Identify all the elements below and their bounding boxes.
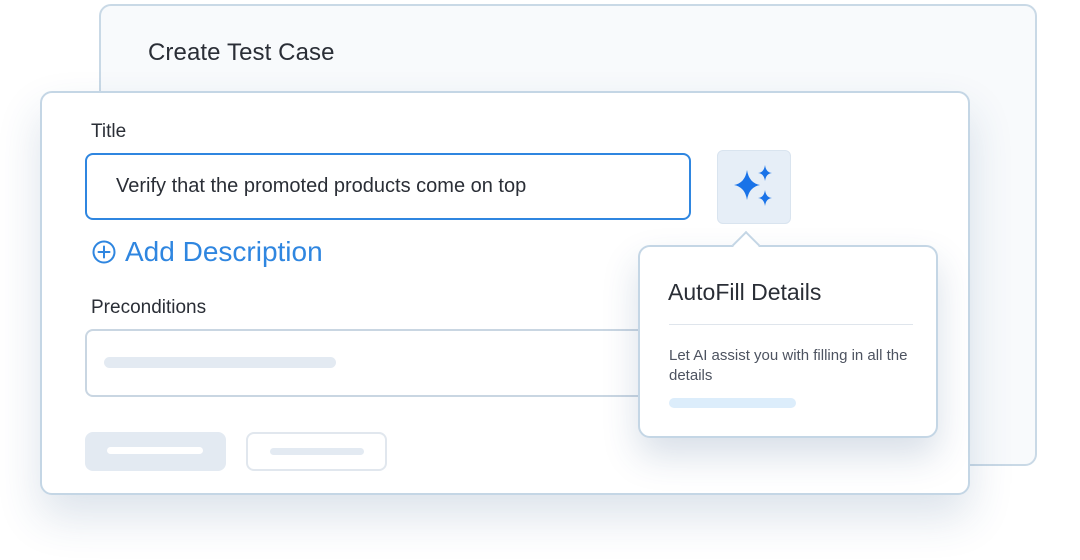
title-label: Title	[91, 121, 127, 142]
autofill-popover: AutoFill Details Let AI assist you with …	[638, 230, 938, 438]
plus-circle-icon	[92, 240, 116, 264]
sparkles-icon	[734, 165, 772, 206]
preconditions-label: Preconditions	[91, 297, 207, 318]
ai-autofill-button[interactable]	[717, 150, 791, 224]
add-description-link[interactable]: Add Description	[92, 236, 323, 268]
add-description-label: Add Description	[125, 236, 323, 267]
secondary-button-placeholder-bar	[270, 448, 364, 455]
primary-button-placeholder-bar	[107, 447, 203, 454]
primary-action-button[interactable]	[85, 432, 226, 471]
popover-title: AutoFill Details	[668, 279, 822, 305]
popover-placeholder-bar	[669, 398, 796, 408]
secondary-action-button[interactable]	[246, 432, 387, 471]
page-title: Create Test Case	[148, 39, 335, 66]
popover-description: Let AI assist you with filling in all th…	[669, 347, 908, 384]
preconditions-input[interactable]	[85, 329, 705, 397]
popover-divider	[669, 324, 913, 325]
preconditions-placeholder-bar	[104, 357, 336, 368]
title-input[interactable]	[85, 153, 691, 220]
